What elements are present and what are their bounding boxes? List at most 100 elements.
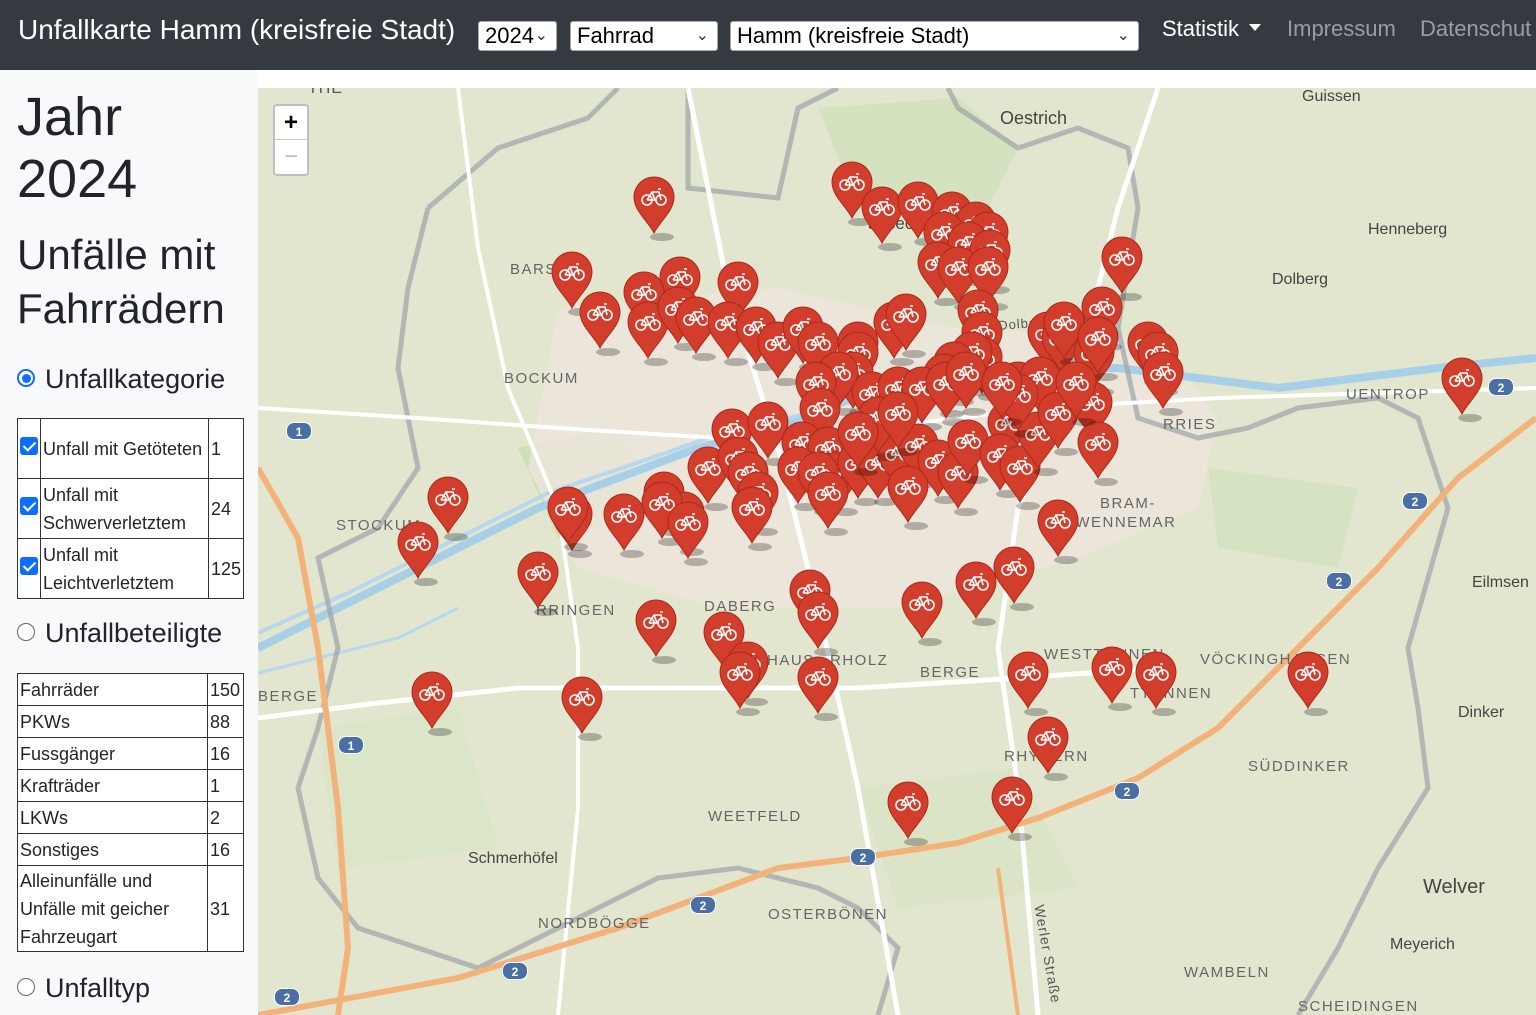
- participant-label: Sonstiges: [17, 833, 208, 866]
- category-count: 125: [207, 538, 245, 599]
- chevron-down-icon: ⌄: [695, 27, 709, 44]
- nav-statistik-label: Statistik: [1162, 16, 1240, 41]
- caret-down-icon: [1249, 23, 1262, 31]
- accident-marker[interactable]: [397, 521, 439, 586]
- participant-label: PKWs: [17, 705, 208, 738]
- category-table: Unfall mit Getöteten 1 Unfall mit Schwer…: [17, 418, 245, 599]
- navbar: Unfallkarte Hamm (kreisfreie Stadt) 2024…: [0, 0, 1536, 70]
- accident-marker[interactable]: [667, 501, 709, 566]
- participant-count: 1: [207, 769, 244, 802]
- zoom-in-button[interactable]: +: [275, 106, 307, 140]
- navbar-brand[interactable]: Unfallkarte Hamm (kreisfreie Stadt): [18, 14, 455, 46]
- accident-marker[interactable]: [603, 493, 645, 558]
- participant-label: LKWs: [17, 801, 208, 834]
- accident-marker[interactable]: [1287, 651, 1329, 716]
- participant-count: 2: [207, 801, 244, 834]
- accident-marker[interactable]: [861, 186, 903, 251]
- accident-marker[interactable]: [955, 561, 997, 626]
- checkbox-getoetete[interactable]: [20, 436, 38, 455]
- participant-count: 16: [207, 833, 244, 866]
- page-subtitle: Unfälle mit Fahrrädern: [17, 231, 225, 332]
- nav-statistik-dropdown[interactable]: Statistik: [1162, 16, 1262, 42]
- chevron-down-icon: ⌄: [534, 27, 548, 44]
- accident-marker[interactable]: [797, 656, 839, 721]
- zoom-control: + −: [273, 104, 309, 176]
- accident-marker[interactable]: [887, 465, 929, 530]
- accident-marker[interactable]: [411, 671, 453, 736]
- accident-marker[interactable]: [901, 581, 943, 646]
- accident-marker[interactable]: [1077, 421, 1119, 486]
- nav-datenschutz[interactable]: Datenschut: [1420, 16, 1531, 42]
- accident-marker[interactable]: [887, 781, 929, 846]
- table-row: Unfall mit Leichtverletztem 125: [17, 538, 245, 599]
- region-select[interactable]: Hamm (kreisfreie Stadt) ⌄: [730, 21, 1139, 51]
- accident-marker[interactable]: [579, 291, 621, 356]
- radio-selected-icon[interactable]: [17, 368, 35, 387]
- region-select-value: Hamm (kreisfreie Stadt): [737, 23, 970, 48]
- table-row: Sonstiges 16: [17, 833, 244, 866]
- category-count: 24: [207, 478, 245, 539]
- nav-impressum[interactable]: Impressum: [1287, 16, 1396, 42]
- participant-label: Krafträder: [17, 769, 208, 802]
- accident-marker[interactable]: [719, 651, 761, 716]
- accident-marker[interactable]: [731, 486, 773, 551]
- accident-marker[interactable]: [991, 776, 1033, 841]
- radio-unselected-icon[interactable]: [17, 622, 35, 641]
- table-row: LKWs 2: [17, 801, 244, 834]
- accident-marker[interactable]: [1027, 716, 1069, 781]
- participant-count: 150: [207, 673, 244, 706]
- accident-marker[interactable]: [1037, 499, 1079, 564]
- radio-unselected-icon[interactable]: [17, 977, 35, 996]
- accident-marker[interactable]: [993, 546, 1035, 611]
- chevron-down-icon: ⌄: [1116, 27, 1130, 44]
- accident-marker[interactable]: [547, 486, 589, 551]
- radio-unfallbeteiligte-label: Unfallbeteiligte: [45, 618, 223, 648]
- accident-map[interactable]: THE Oestrich Guissen Henneberg Dolberg B…: [258, 88, 1536, 1015]
- radio-unfallbeteiligte[interactable]: Unfallbeteiligte: [17, 618, 222, 649]
- marker-layer: [397, 161, 1483, 846]
- participant-label: Alleinunfälle und Unfälle mit geicher Fa…: [17, 865, 208, 952]
- radio-unfalltyp[interactable]: Unfalltyp: [17, 973, 150, 1004]
- participant-count: 31: [207, 865, 244, 952]
- participant-count: 16: [207, 737, 244, 770]
- table-row: Krafträder 1: [17, 769, 244, 802]
- radio-unfallkategorie-label: Unfallkategorie: [45, 364, 226, 394]
- category-count: 1: [207, 418, 245, 479]
- accident-marker[interactable]: [1091, 646, 1133, 711]
- category-label: Unfall mit Schwerverletztem: [40, 478, 209, 539]
- accident-marker[interactable]: [1135, 651, 1177, 716]
- table-row: Unfall mit Schwerverletztem 24: [17, 478, 245, 539]
- radio-unfalltyp-label: Unfalltyp: [45, 973, 151, 1003]
- accident-marker[interactable]: [633, 176, 675, 241]
- table-row: Alleinunfälle und Unfälle mit geicher Fa…: [17, 865, 244, 952]
- participant-count: 88: [207, 705, 244, 738]
- radio-unfallkategorie[interactable]: Unfallkategorie: [17, 364, 225, 395]
- accident-marker[interactable]: [1441, 357, 1483, 422]
- accident-marker[interactable]: [561, 676, 603, 741]
- year-title: Jahr 2024: [17, 87, 138, 209]
- accident-marker[interactable]: [635, 599, 677, 664]
- category-label: Unfall mit Leichtverletztem: [40, 538, 209, 599]
- category-checkbox-cell: [17, 478, 41, 539]
- category-checkbox-cell: [17, 538, 41, 599]
- accident-marker[interactable]: [807, 471, 849, 536]
- checkbox-leichtverletzte[interactable]: [20, 556, 38, 575]
- year-select[interactable]: 2024 ⌄: [478, 21, 557, 51]
- participant-label: Fahrräder: [17, 673, 208, 706]
- accident-marker[interactable]: [1142, 351, 1184, 416]
- accident-marker[interactable]: [1007, 651, 1049, 716]
- accident-marker[interactable]: [517, 551, 559, 616]
- zoom-out-button[interactable]: −: [275, 140, 307, 174]
- table-row: PKWs 88: [17, 705, 244, 738]
- checkbox-schwerverletzte[interactable]: [20, 496, 38, 515]
- category-label: Unfall mit Getöteten: [40, 418, 209, 479]
- vehicle-select[interactable]: Fahrrad ⌄: [570, 21, 718, 51]
- participant-label: Fussgänger: [17, 737, 208, 770]
- category-checkbox-cell: [17, 418, 41, 479]
- accident-marker[interactable]: [797, 591, 839, 656]
- participants-table: Fahrräder 150 PKWs 88 Fussgänger 16 Krafträ…: [17, 673, 244, 952]
- year-select-value: 2024: [485, 23, 534, 48]
- table-row: Unfall mit Getöteten 1: [17, 418, 245, 479]
- table-row: Fahrräder 150: [17, 673, 244, 706]
- table-row: Fussgänger 16: [17, 737, 244, 770]
